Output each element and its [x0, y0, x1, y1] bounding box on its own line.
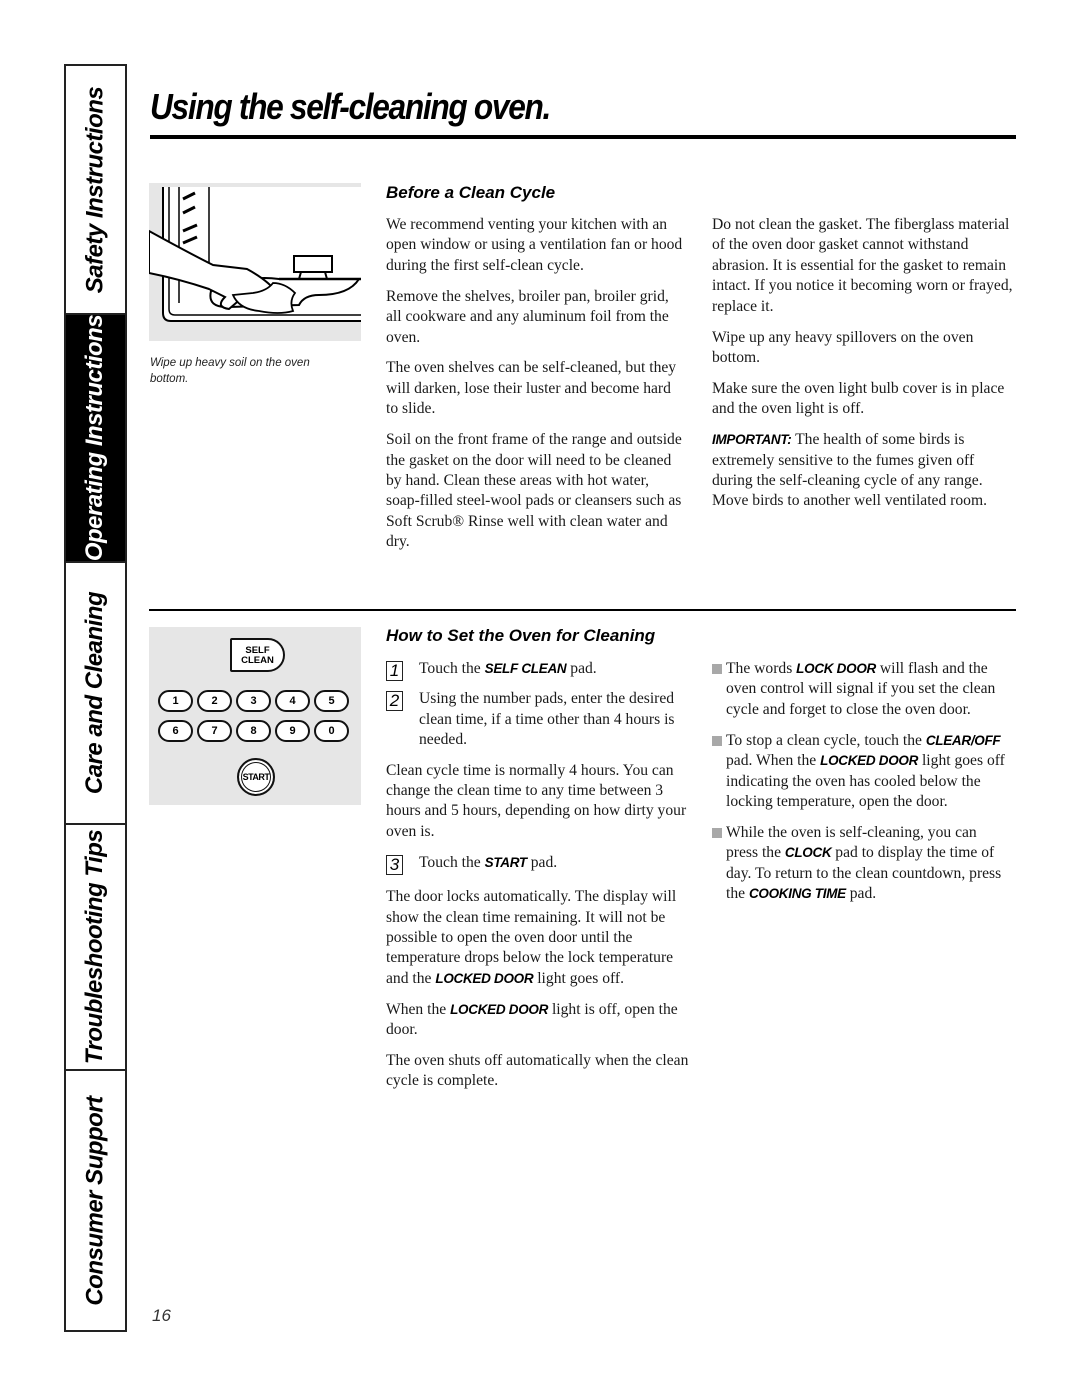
before-column-left: We recommend venting your kitchen with a… — [386, 215, 686, 563]
number-pad-6: 6 — [158, 720, 193, 742]
paragraph: Make sure the oven light bulb cover is i… — [712, 379, 1005, 418]
page-number: 16 — [152, 1306, 171, 1325]
heading-before-clean-cycle: Before a Clean Cycle — [386, 183, 556, 202]
start-pad: START — [237, 758, 275, 796]
keyword: LOCK DOOR — [796, 661, 876, 676]
step-text: Touch the — [419, 660, 485, 677]
keyword: LOCKED DOOR — [820, 753, 919, 769]
section-tabs: Safety Instructions Operating Instructio… — [64, 64, 127, 1332]
heading-how-to-set-oven: How to Set the Oven for Cleaning — [386, 626, 656, 645]
keyword: CLOCK — [784, 845, 832, 861]
text: The words — [726, 660, 797, 677]
tab-label: Safety Instructions — [81, 86, 109, 293]
step-text: pad. — [526, 853, 558, 871]
tab-consumer-support[interactable]: Consumer Support — [66, 1071, 125, 1330]
door-lock-paragraph: The door locks automatically. The displa… — [386, 887, 696, 989]
control-panel-illustration: SELF CLEAN 1 2 3 4 5 6 7 8 9 0 START — [149, 627, 361, 805]
tab-care-and-cleaning[interactable]: Care and Cleaning — [66, 563, 125, 825]
tab-label: Troubleshooting Tips — [81, 829, 109, 1065]
number-pad-8: 8 — [236, 720, 271, 742]
keyword: SELF CLEAN — [484, 661, 567, 676]
keyword: COOKING TIME — [748, 886, 846, 902]
square-bullet-icon — [712, 827, 722, 838]
paragraph: We recommend venting your kitchen with a… — [386, 216, 683, 274]
text: When the — [386, 1000, 451, 1018]
step-number-box: 3 — [386, 854, 403, 875]
number-pad-9: 9 — [275, 720, 310, 742]
oven-wipe-illustration — [148, 183, 361, 341]
step-text: pad. — [566, 660, 597, 677]
square-bullet-icon — [712, 664, 722, 674]
howto-column-left: 1 Touch the SELF CLEAN pad. 2 Using the … — [386, 659, 696, 1102]
bullet-item: To stop a clean cycle, touch the CLEAR/O… — [712, 731, 1012, 813]
shuts-off-paragraph: The oven shuts off automatically when th… — [386, 1052, 689, 1090]
before-column-right: Do not clean the gasket. The fiberglass … — [712, 215, 1017, 522]
howto-column-right: The words LOCK DOOR will flash and the o… — [712, 659, 1012, 915]
tab-operating-instructions[interactable]: Operating Instructions — [66, 315, 125, 563]
bullet-item: While the oven is self-cleaning, you can… — [712, 823, 1012, 905]
text: light goes off. — [533, 969, 624, 987]
paragraph: Remove the shelves, broiler pan, broiler… — [386, 287, 669, 346]
bullet-item: The words LOCK DOOR will flash and the o… — [712, 659, 1012, 720]
number-pad-4: 4 — [275, 690, 310, 712]
step-text: Touch the — [419, 853, 485, 871]
important-note: IMPORTANT: The health of some birds is e… — [712, 430, 1017, 512]
keyword: START — [484, 854, 528, 870]
step-text: Using the number pads, enter the desired… — [419, 690, 675, 749]
number-pad-3: 3 — [236, 690, 271, 712]
self-clean-line2: CLEAN — [241, 655, 274, 666]
number-pad-1: 1 — [158, 690, 193, 712]
important-label: IMPORTANT: — [712, 432, 792, 448]
paragraph: Wipe up any heavy spillovers on the oven… — [712, 328, 974, 366]
page-title: Using the self-cleaning oven. — [150, 86, 551, 127]
number-pad-5: 5 — [314, 690, 349, 712]
tab-label: Operating Instructions — [81, 314, 109, 562]
self-clean-pad: SELF CLEAN — [230, 638, 285, 672]
step-1: 1 Touch the SELF CLEAN pad. — [386, 659, 696, 681]
number-pad-row-1: 1 2 3 4 5 — [158, 690, 349, 712]
clean-time-note: Clean cycle time is normally 4 hours. Yo… — [386, 761, 687, 840]
keyword: CLEAR/OFF — [925, 732, 1001, 748]
number-pad-0: 0 — [314, 720, 349, 742]
number-pad-row-2: 6 7 8 9 0 — [158, 720, 349, 742]
tab-label: Care and Cleaning — [81, 591, 109, 795]
number-pad-2: 2 — [197, 690, 232, 712]
illustration-caption: Wipe up heavy soil on the oven bottom. — [150, 357, 310, 385]
tab-troubleshooting-tips[interactable]: Troubleshooting Tips — [66, 825, 125, 1071]
step-3: 3 Touch the START pad. — [386, 853, 696, 875]
hand-wiping-oven-icon — [148, 183, 361, 341]
text: To stop a clean cycle, touch the — [726, 731, 926, 749]
text: pad. When the — [726, 752, 821, 770]
paragraph: The oven shelves can be self-cleaned, bu… — [386, 359, 677, 418]
tab-label: Consumer Support — [81, 1095, 109, 1306]
title-divider — [150, 135, 1016, 139]
step-2: 2 Using the number pads, enter the desir… — [386, 689, 696, 750]
section-divider — [149, 609, 1016, 611]
number-pad-7: 7 — [197, 720, 232, 742]
keyword: LOCKED DOOR — [450, 1001, 549, 1017]
when-locked-paragraph: When the LOCKED DOOR light is off, open … — [386, 1000, 696, 1041]
step-number-box: 2 — [386, 691, 403, 712]
keyword: LOCKED DOOR — [435, 970, 534, 986]
paragraph: Do not clean the gasket. The fiberglass … — [712, 216, 1013, 315]
paragraph: Soil on the front frame of the range and… — [386, 431, 682, 551]
tab-safety-instructions[interactable]: Safety Instructions — [66, 66, 125, 315]
step-number-box: 1 — [386, 661, 403, 681]
square-bullet-icon — [712, 735, 722, 746]
text: pad. — [845, 885, 877, 903]
